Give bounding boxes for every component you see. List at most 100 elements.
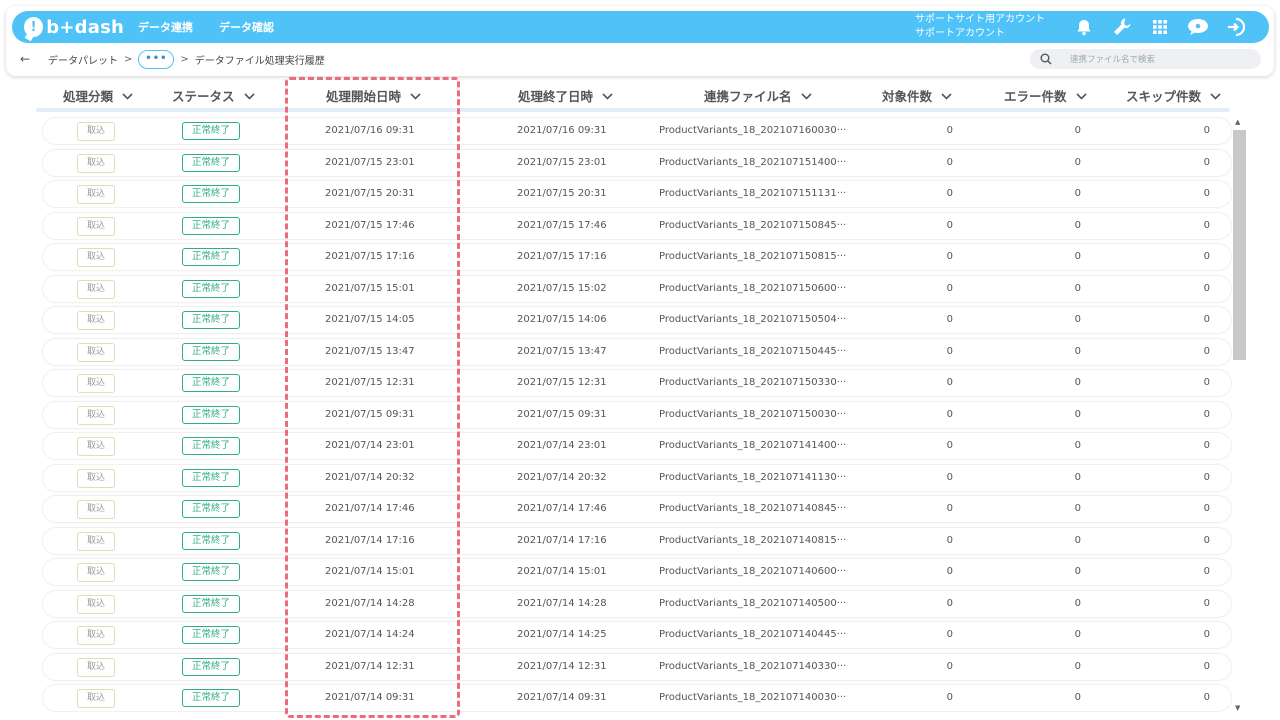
error-count: 0 bbox=[1074, 188, 1081, 199]
table-row[interactable]: 取込 正常終了 2021/07/14 12:31 2021/07/14 12:31 Pr… bbox=[43, 653, 1231, 680]
logo[interactable]: ! b+dash bbox=[24, 11, 124, 43]
error-count: 0 bbox=[1074, 125, 1081, 136]
status-badge: 正常終了 bbox=[182, 311, 240, 329]
header-end-datetime[interactable]: 処理終了日時 bbox=[518, 86, 613, 105]
filename: ProductVariants_18_202107150445··· bbox=[659, 345, 847, 357]
table-row[interactable]: 取込 正常終了 2021/07/14 23:01 2021/07/14 23:01 Pr… bbox=[43, 433, 1231, 459]
target-count: 0 bbox=[946, 440, 953, 451]
table-row[interactable]: 取込 正常終了 2021/07/15 15:01 2021/07/15 15:02 Pr… bbox=[43, 275, 1231, 302]
scroll-down-icon[interactable]: ▼ bbox=[1235, 704, 1240, 712]
error-count: 0 bbox=[1074, 566, 1081, 577]
table-row[interactable]: 取込 正常終了 2021/07/15 17:46 2021/07/15 17:46 Pr… bbox=[43, 212, 1231, 239]
breadcrumb-data-palette[interactable]: データパレット bbox=[48, 52, 118, 67]
cloud-chat-icon[interactable] bbox=[1179, 11, 1217, 43]
table-row[interactable]: 取込 正常終了 2021/07/15 14:05 2021/07/15 14:06 Pr… bbox=[43, 307, 1231, 333]
status-badge: 正常終了 bbox=[182, 248, 240, 266]
status-badge: 正常終了 bbox=[182, 279, 240, 298]
breadcrumb-separator: > bbox=[180, 53, 189, 65]
chevron-down-icon[interactable] bbox=[410, 88, 421, 103]
scrollbar[interactable]: ▲ ▼ bbox=[1232, 116, 1246, 714]
account-info[interactable]: サポートサイト用アカウント サポートアカウント bbox=[915, 13, 1045, 41]
bell-icon[interactable] bbox=[1065, 11, 1103, 43]
skip-count: 0 bbox=[1203, 534, 1210, 546]
table-row[interactable]: 取込 正常終了 2021/07/14 17:46 2021/07/14 17:46 Pr… bbox=[43, 496, 1231, 522]
header-start-datetime[interactable]: 処理開始日時 bbox=[326, 86, 421, 105]
process-type-badge: 取込 bbox=[77, 689, 115, 708]
end-datetime: 2021/07/15 23:01 bbox=[517, 156, 607, 168]
end-datetime: 2021/07/14 20:32 bbox=[517, 471, 607, 483]
filename: ProductVariants_18_202107140815··· bbox=[659, 534, 847, 546]
table-row[interactable]: 取込 正常終了 2021/07/15 12:31 2021/07/15 12:31 Pr… bbox=[43, 370, 1231, 396]
back-icon[interactable]: ← bbox=[20, 52, 36, 66]
header-label: 連携ファイル名 bbox=[704, 89, 792, 104]
logout-icon[interactable] bbox=[1217, 11, 1255, 43]
start-datetime: 2021/07/14 17:16 bbox=[325, 534, 415, 546]
process-type-badge: 取込 bbox=[77, 279, 115, 299]
search-input[interactable]: 連携ファイル名で検索 bbox=[1030, 49, 1261, 69]
table-row[interactable]: 取込 正常終了 2021/07/14 09:31 2021/07/14 09:31 Pr… bbox=[43, 685, 1231, 711]
header-status[interactable]: ステータス bbox=[172, 86, 255, 105]
chevron-down-icon[interactable] bbox=[1075, 88, 1087, 103]
wrench-icon[interactable] bbox=[1103, 11, 1141, 43]
filename: ProductVariants_18_202107141130··· bbox=[659, 471, 847, 483]
status-badge: 正常終了 bbox=[182, 689, 240, 707]
header-error-count[interactable]: エラー件数 bbox=[1004, 86, 1087, 105]
chevron-down-icon[interactable] bbox=[1210, 88, 1221, 103]
chevron-down-icon[interactable] bbox=[243, 88, 255, 103]
chevron-down-icon[interactable] bbox=[122, 88, 133, 103]
grid-icon[interactable] bbox=[1141, 11, 1179, 43]
status-badge: 正常終了 bbox=[182, 437, 240, 455]
header-process-type[interactable]: 処理分類 bbox=[63, 86, 133, 105]
header-label: 処理終了日時 bbox=[518, 89, 594, 104]
filename: ProductVariants_18_202107141400··· bbox=[659, 440, 847, 451]
table-row[interactable]: 取込 正常終了 2021/07/15 23:01 2021/07/15 23:01 Pr… bbox=[43, 149, 1231, 176]
scroll-thumb[interactable] bbox=[1233, 130, 1246, 360]
chevron-down-icon[interactable] bbox=[941, 88, 952, 103]
scroll-up-icon[interactable]: ▲ bbox=[1235, 118, 1240, 126]
target-count: 0 bbox=[946, 597, 953, 609]
filename: ProductVariants_18_202107140330··· bbox=[659, 660, 847, 672]
header-skip-count[interactable]: スキップ件数 bbox=[1126, 86, 1221, 105]
header-underline bbox=[36, 108, 1230, 112]
table-row[interactable]: 取込 正常終了 2021/07/15 20:31 2021/07/15 20:31 Pr… bbox=[43, 181, 1231, 207]
target-count: 0 bbox=[946, 188, 953, 199]
table-row[interactable]: 取込 正常終了 2021/07/15 13:47 2021/07/15 13:47 Pr… bbox=[43, 338, 1231, 365]
error-count: 0 bbox=[1074, 440, 1081, 451]
chevron-down-icon[interactable] bbox=[602, 88, 613, 103]
table-row[interactable]: 取込 正常終了 2021/07/15 17:16 2021/07/15 17:16 Pr… bbox=[43, 244, 1231, 270]
target-count: 0 bbox=[946, 471, 953, 483]
header-label: 処理分類 bbox=[63, 89, 114, 104]
end-datetime: 2021/07/15 15:02 bbox=[517, 282, 607, 294]
header-label: ステータス bbox=[172, 89, 235, 104]
status-badge: 正常終了 bbox=[182, 216, 240, 235]
target-count: 0 bbox=[946, 345, 953, 357]
skip-count: 0 bbox=[1203, 692, 1210, 703]
end-datetime: 2021/07/14 12:31 bbox=[517, 660, 607, 672]
table-row[interactable]: 取込 正常終了 2021/07/14 17:16 2021/07/14 17:16 Pr… bbox=[43, 527, 1231, 554]
nav-data-check[interactable]: データ確認 bbox=[219, 19, 274, 35]
table-row[interactable]: 取込 正常終了 2021/07/16 09:31 2021/07/16 09:31 Pr… bbox=[43, 118, 1231, 144]
target-count: 0 bbox=[946, 660, 953, 672]
table-row[interactable]: 取込 正常終了 2021/07/14 14:24 2021/07/14 14:25 Pr… bbox=[43, 622, 1231, 648]
nav-data-integration[interactable]: データ連携 bbox=[138, 19, 193, 35]
logo-text: b+dash bbox=[46, 16, 124, 38]
table-row[interactable]: 取込 正常終了 2021/07/14 20:32 2021/07/14 20:32 Pr… bbox=[43, 464, 1231, 491]
skip-count: 0 bbox=[1203, 440, 1210, 451]
table-row[interactable]: 取込 正常終了 2021/07/14 15:01 2021/07/14 15:01 Pr… bbox=[43, 559, 1231, 585]
chevron-down-icon[interactable] bbox=[800, 88, 812, 103]
filename: ProductVariants_18_202107140445··· bbox=[659, 629, 847, 640]
error-count: 0 bbox=[1074, 345, 1081, 357]
skip-count: 0 bbox=[1203, 629, 1210, 640]
table-row[interactable]: 取込 正常終了 2021/07/15 09:31 2021/07/15 09:31 Pr… bbox=[43, 401, 1231, 428]
header-filename[interactable]: 連携ファイル名 bbox=[704, 86, 812, 105]
header-target-count[interactable]: 対象件数 bbox=[882, 86, 952, 105]
history-table: 取込 正常終了 2021/07/16 09:31 2021/07/16 09:31 Pr… bbox=[36, 116, 1232, 716]
end-datetime: 2021/07/15 14:06 bbox=[517, 314, 607, 325]
filename: ProductVariants_18_202107160030··· bbox=[659, 125, 847, 136]
table-row[interactable]: 取込 正常終了 2021/07/14 14:28 2021/07/14 14:28 Pr… bbox=[43, 590, 1231, 617]
search-icon bbox=[1040, 53, 1052, 65]
breadcrumb-more-button[interactable]: ••• bbox=[138, 49, 175, 69]
error-count: 0 bbox=[1074, 251, 1081, 262]
process-type-badge: 取込 bbox=[77, 311, 115, 330]
status-badge: 正常終了 bbox=[182, 500, 240, 518]
